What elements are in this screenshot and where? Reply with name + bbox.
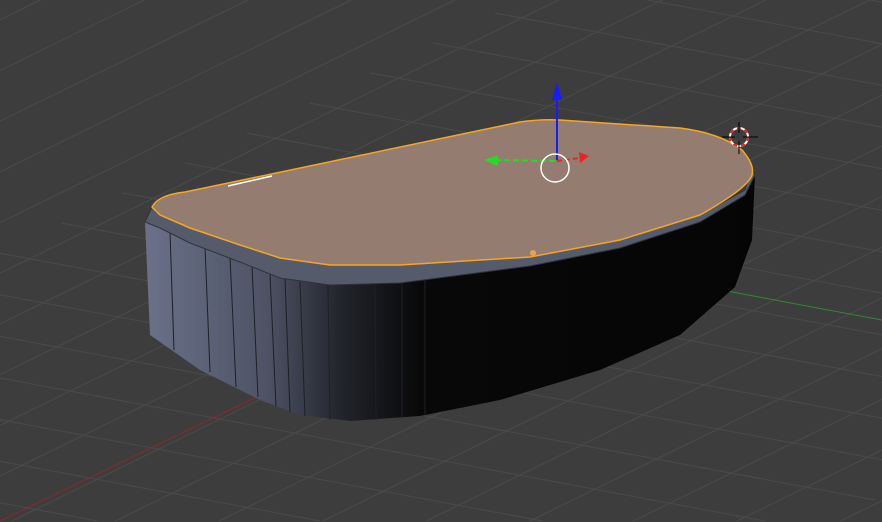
object-origin-icon [530,250,536,256]
3d-viewport[interactable] [0,0,882,522]
